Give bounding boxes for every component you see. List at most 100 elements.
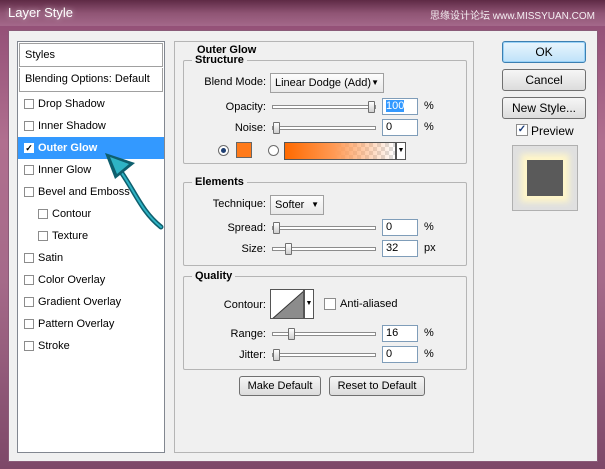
structure-fieldset: Structure Blend Mode: Linear Dodge (Add)… xyxy=(183,54,467,164)
dialog-client: Styles Blending Options: Default Drop Sh… xyxy=(8,30,598,462)
style-checkbox[interactable]: ✓ xyxy=(24,143,34,153)
size-label: Size: xyxy=(241,243,266,255)
opacity-unit: % xyxy=(424,100,434,112)
style-checkbox[interactable] xyxy=(24,187,34,197)
technique-value: Softer xyxy=(275,199,305,211)
style-checkbox[interactable] xyxy=(24,319,34,329)
chevron-down-icon: ▼ xyxy=(371,78,379,87)
jitter-unit: % xyxy=(424,348,434,360)
blend-mode-label: Blend Mode: xyxy=(204,76,266,88)
style-item-label: Inner Shadow xyxy=(38,120,106,132)
opacity-label: Opacity: xyxy=(225,101,266,113)
style-checkbox[interactable] xyxy=(24,297,34,307)
style-checkbox[interactable] xyxy=(24,121,34,131)
jitter-label: Jitter: xyxy=(239,349,266,361)
ok-button[interactable]: OK xyxy=(502,41,586,63)
style-checkbox[interactable] xyxy=(24,165,34,175)
anti-aliased-checkbox[interactable] xyxy=(324,298,336,310)
jitter-slider-thumb[interactable] xyxy=(273,349,280,361)
new-style-button[interactable]: New Style... xyxy=(502,97,586,119)
opacity-input[interactable]: 100 xyxy=(382,98,418,115)
quality-legend: Quality xyxy=(192,270,236,282)
styles-header[interactable]: Styles xyxy=(19,43,163,67)
layer-style-window: Layer Style 思缘设计论坛 www.MISSYUAN.COM Styl… xyxy=(0,0,605,469)
noise-slider-thumb[interactable] xyxy=(273,122,280,134)
jitter-slider[interactable] xyxy=(272,349,376,361)
style-item-pattern-overlay[interactable]: Pattern Overlay xyxy=(18,313,164,335)
make-default-button[interactable]: Make Default xyxy=(239,376,321,396)
spread-input[interactable]: 0 xyxy=(382,219,418,236)
blend-mode-select[interactable]: Linear Dodge (Add) ▼ xyxy=(270,73,384,93)
spread-label: Spread: xyxy=(227,222,266,234)
contour-label: Contour: xyxy=(223,299,266,311)
gradient-dropdown-icon[interactable]: ▼ xyxy=(396,142,406,160)
range-slider[interactable] xyxy=(272,328,376,340)
size-slider-thumb[interactable] xyxy=(285,243,292,255)
opacity-slider-thumb[interactable] xyxy=(368,101,375,113)
glow-color-swatch[interactable] xyxy=(236,142,252,158)
style-item-drop-shadow[interactable]: Drop Shadow xyxy=(18,93,164,115)
style-checkbox[interactable] xyxy=(38,231,48,241)
color-radio[interactable] xyxy=(218,145,229,156)
quality-fieldset: Quality Contour: ▼ Anti-aliased Range: 1… xyxy=(183,270,467,370)
style-preview xyxy=(512,145,578,211)
opacity-slider[interactable] xyxy=(272,101,376,113)
window-title: Layer Style xyxy=(8,5,74,20)
style-item-label: Inner Glow xyxy=(38,164,92,176)
technique-label: Technique: xyxy=(212,198,266,210)
style-item-label: Pattern Overlay xyxy=(38,318,115,330)
contour-picker[interactable] xyxy=(270,289,304,319)
noise-slider[interactable] xyxy=(272,122,376,134)
anti-aliased-label: Anti-aliased xyxy=(340,298,398,310)
reset-to-default-button[interactable]: Reset to Default xyxy=(329,376,425,396)
range-unit: % xyxy=(424,327,434,339)
size-slider[interactable] xyxy=(272,243,376,255)
style-item-stroke[interactable]: Stroke xyxy=(18,335,164,357)
chevron-down-icon: ▼ xyxy=(311,200,319,209)
contour-dropdown-icon[interactable]: ▼ xyxy=(304,289,314,319)
technique-select[interactable]: Softer ▼ xyxy=(270,195,324,215)
style-checkbox[interactable] xyxy=(24,253,34,263)
spread-unit: % xyxy=(424,221,434,233)
style-checkbox[interactable] xyxy=(38,209,48,219)
style-item-label: Contour xyxy=(52,208,92,220)
spread-slider[interactable] xyxy=(272,222,376,234)
size-input[interactable]: 32 xyxy=(382,240,418,257)
style-checkbox[interactable] xyxy=(24,99,34,109)
style-item-inner-shadow[interactable]: Inner Shadow xyxy=(18,115,164,137)
range-input[interactable]: 16 xyxy=(382,325,418,342)
blend-mode-value: Linear Dodge (Add) xyxy=(275,77,372,89)
style-item-label: Stroke xyxy=(38,340,70,352)
elements-legend: Elements xyxy=(192,176,247,188)
range-slider-thumb[interactable] xyxy=(288,328,295,340)
style-item-label: Drop Shadow xyxy=(38,98,105,110)
styles-list: Styles Blending Options: Default Drop Sh… xyxy=(17,41,165,453)
style-item-label: Satin xyxy=(38,252,64,264)
noise-input[interactable]: 0 xyxy=(382,119,418,136)
gradient-radio[interactable] xyxy=(268,145,279,156)
title-bar[interactable]: Layer Style 思缘设计论坛 www.MISSYUAN.COM xyxy=(0,0,605,26)
style-item-gradient-overlay[interactable]: Gradient Overlay xyxy=(18,291,164,313)
structure-legend: Structure xyxy=(192,54,247,66)
spread-slider-thumb[interactable] xyxy=(273,222,280,234)
elements-fieldset: Elements Technique: Softer ▼ Spread: 0 %… xyxy=(183,176,467,266)
style-checkbox[interactable] xyxy=(24,341,34,351)
noise-label: Noise: xyxy=(234,122,266,134)
contour-curve-icon xyxy=(272,291,303,318)
blending-options-item[interactable]: Blending Options: Default xyxy=(19,68,163,92)
opacity-value: 100 xyxy=(386,100,405,112)
style-item-satin[interactable]: Satin xyxy=(18,247,164,269)
jitter-input[interactable]: 0 xyxy=(382,346,418,363)
style-checkbox[interactable] xyxy=(24,275,34,285)
style-item-label: Outer Glow xyxy=(38,142,98,154)
preview-swatch xyxy=(527,160,563,196)
cancel-button[interactable]: Cancel xyxy=(502,69,586,91)
glow-gradient-picker[interactable] xyxy=(284,142,396,160)
outer-glow-group: Outer Glow Structure Blend Mode: Linear … xyxy=(174,41,474,453)
range-label: Range: xyxy=(230,328,266,340)
size-unit: px xyxy=(424,242,436,254)
style-item-color-overlay[interactable]: Color Overlay xyxy=(18,269,164,291)
noise-unit: % xyxy=(424,121,434,133)
preview-checkbox[interactable]: ✓ xyxy=(516,124,528,136)
preview-label: Preview xyxy=(531,124,574,138)
